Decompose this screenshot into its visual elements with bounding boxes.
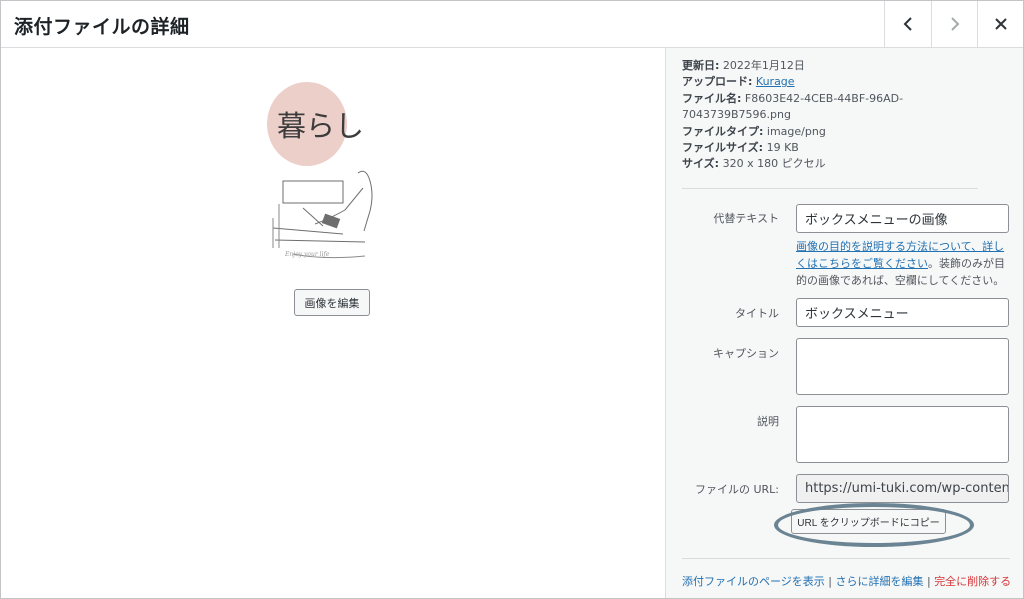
divider	[682, 558, 1010, 559]
chevron-left-icon	[903, 17, 912, 31]
caption-label: キャプション	[713, 347, 779, 360]
meta-uploaded-value: 2022年1月12日	[722, 59, 805, 72]
meta-filetype: ファイルタイプ: image/png	[682, 124, 1012, 140]
meta-filesize: ファイルサイズ: 19 KB	[682, 140, 1012, 156]
attachment-actions: 添付ファイルのページを表示 | さらに詳細を編集 | 完全に削除する	[682, 573, 1011, 589]
attachment-thumbnail: 暮らし Enjoy your life	[267, 82, 373, 259]
alt-text-input[interactable]: ボックスメニューの画像	[796, 204, 1009, 233]
attachment-media-view: 暮らし Enjoy your life 画像を編集	[1, 48, 665, 598]
meta-uploaded: 更新日: 2022年1月12日	[682, 58, 1012, 74]
meta-dimensions-label: サイズ:	[682, 157, 720, 171]
chevron-right-icon	[950, 17, 959, 31]
meta-filesize-label: ファイルサイズ:	[682, 141, 764, 155]
description-textarea[interactable]	[796, 406, 1009, 463]
caption-textarea[interactable]	[796, 338, 1009, 395]
meta-filesize-value: 19 KB	[766, 141, 799, 155]
separator: |	[824, 575, 836, 588]
modal-title: 添付ファイルの詳細	[14, 16, 190, 38]
view-attachment-page-link[interactable]: 添付ファイルのページを表示	[682, 575, 825, 588]
separator: |	[923, 575, 935, 588]
title-label: タイトル	[735, 307, 779, 320]
attachment-details-modal: 添付ファイルの詳細 暮らし Enjoy your life 画像を編集 更新日:…	[0, 0, 1024, 599]
previous-button[interactable]	[884, 1, 930, 47]
thumbnail-title-text: 暮らし	[277, 109, 364, 143]
meta-filename-value-1: F8603E42-4CEB-44BF-96AD-	[744, 91, 904, 105]
meta-uploader: アップロード: Kurage	[682, 74, 1012, 90]
meta-filetype-label: ファイルタイプ:	[682, 124, 764, 138]
meta-uploaded-label: 更新日:	[682, 59, 720, 72]
close-button[interactable]	[977, 1, 1023, 47]
divider	[682, 188, 978, 189]
meta-filename-cont: 7043739B7596.png	[682, 108, 791, 122]
meta-dimensions-value: 320 x 180 ピクセル	[722, 157, 826, 171]
meta-filetype-value: image/png	[766, 124, 826, 138]
file-url-label: ファイルの URL:	[694, 483, 779, 496]
alt-text-help: 画像の目的を説明する方法について、詳しくはこちらをご覧ください。装飾のみが目的の…	[796, 238, 1011, 289]
copy-url-button[interactable]: URL をクリップボードにコピー	[791, 509, 946, 534]
delete-permanently-link[interactable]: 完全に削除する	[934, 575, 1011, 588]
attachment-info-sidebar: 更新日: 2022年1月12日 アップロード: Kurage ファイル名: F8…	[665, 48, 1023, 598]
file-url-input[interactable]: https://umi-tuki.com/wp-content/u	[796, 474, 1009, 503]
description-label: 説明	[757, 415, 779, 428]
meta-uploader-label: アップロード:	[682, 75, 753, 89]
meta-filename: ファイル名: F8603E42-4CEB-44BF-96AD-	[682, 91, 1012, 107]
thumbnail-subtext: Enjoy your life	[284, 251, 330, 258]
title-input[interactable]: ボックスメニュー	[796, 298, 1009, 327]
meta-filename-label: ファイル名:	[682, 91, 742, 105]
edit-more-details-link[interactable]: さらに詳細を編集	[835, 575, 923, 588]
uploader-link[interactable]: Kurage	[756, 75, 795, 88]
file-details: 更新日: 2022年1月12日 アップロード: Kurage ファイル名: F8…	[682, 58, 1012, 173]
next-button[interactable]	[931, 1, 977, 47]
close-icon	[994, 18, 1007, 30]
modal-header: 添付ファイルの詳細	[1, 1, 1023, 48]
alt-text-label: 代替テキスト	[713, 212, 779, 225]
edit-image-button[interactable]: 画像を編集	[294, 289, 370, 316]
meta-dimensions: サイズ: 320 x 180 ピクセル	[682, 156, 1012, 172]
